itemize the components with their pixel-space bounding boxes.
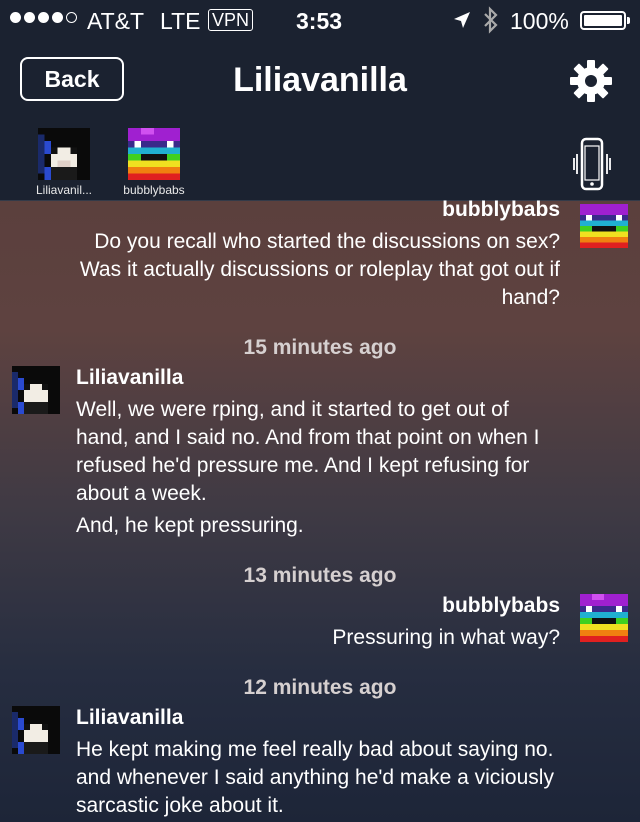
timestamp: 15 minutes ago [243,336,397,359]
avatar [12,706,60,754]
sender-name: bubblybabs [442,200,560,221]
participant-name: bubblybabs [123,183,185,197]
sender-name: Liliavanilla [76,706,184,729]
timestamp: 12 minutes ago [243,676,397,699]
message-line: Pressuring in what way? [332,626,560,649]
message-list[interactable]: bubblybabs Do you recall who started the… [0,200,640,822]
network-type-label: LTE [160,8,201,34]
navigation-bar: Back Liliavanilla [0,40,640,122]
avatar [12,366,60,414]
message-liliavanilla: Liliavanilla Well, we were rping, and it… [76,366,540,540]
message-line: and whenever I said anything he'd make a… [76,766,554,789]
sender-name: bubblybabs [442,594,560,617]
message-line: Well, we were rping, and it started to g… [76,398,509,421]
vpn-badge: VPN [208,9,254,31]
sender-name: Liliavanilla [76,366,184,389]
gear-icon[interactable] [568,58,614,104]
message-line: He kept making me feel really bad about … [76,738,554,761]
location-arrow-icon [454,12,470,28]
message-line: sarcastic joke about it. [76,794,284,817]
avatar [128,128,180,180]
clock: 3:53 [296,8,343,34]
avatar [38,128,90,180]
message-line: Do you recall who started the discussion… [94,230,560,253]
avatar [580,594,628,642]
message-line: refused he'd pressure me. And I kept ref… [76,454,530,477]
status-bar: AT&T LTE VPN 3:53 100% [0,0,640,40]
participants-bar: Liliavanil... bubblybabs [0,122,640,201]
timestamp: 13 minutes ago [243,564,397,587]
participant-bubblybabs[interactable]: bubblybabs [114,128,194,197]
battery-icon [580,11,630,30]
avatar [580,204,628,248]
bluetooth-icon [484,6,498,34]
participant-name: Liliavanil... [35,183,93,197]
message-bubblybabs: bubblybabs Do you recall who started the… [80,200,560,312]
message-bubblybabs: bubblybabs Pressuring in what way? [332,594,560,652]
participant-liliavanilla[interactable]: Liliavanil... [24,128,104,197]
message-line: hand, and I said no. And from that point… [76,426,540,449]
page-title: Liliavanilla [233,61,407,99]
battery-percent: 100% [510,8,569,34]
carrier-label: AT&T [87,8,145,34]
message-line: Was it actually discussions or roleplay … [79,258,560,281]
signal-strength-icon [10,12,77,23]
message-line: hand? [501,286,560,309]
message-line: about a week. [76,482,207,505]
message-line: And, he kept pressuring. [76,514,304,537]
phone-vibrate-icon[interactable] [573,136,611,192]
message-liliavanilla: Liliavanilla He kept making me feel real… [76,706,554,820]
